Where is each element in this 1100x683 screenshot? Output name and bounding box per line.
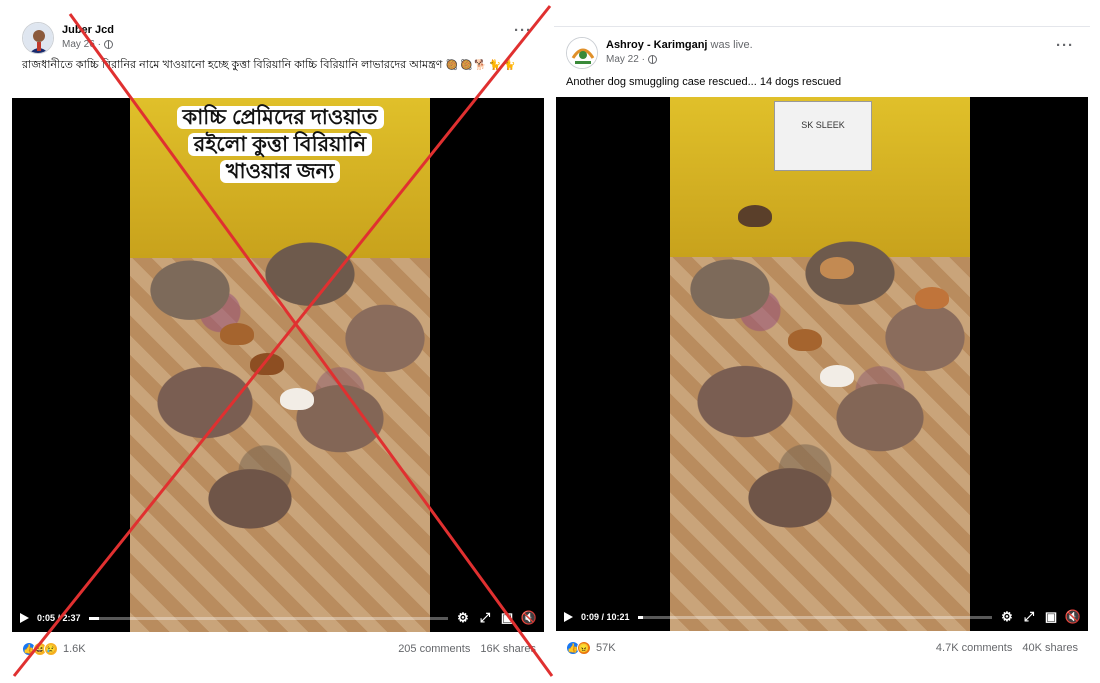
shares-count[interactable]: 16K shares <box>480 643 536 655</box>
progress-bar[interactable] <box>637 615 992 619</box>
author-avatar[interactable] <box>566 37 598 69</box>
overlay-line: কাচ্চি প্রেমিদের দাওয়াত <box>176 106 384 129</box>
video-player[interactable]: SK SLEEK 0:09 / 10:21 ⚙ ⤢ ▣ 🔇 <box>556 97 1088 631</box>
video-controls: 0:05 / 2:37 ⚙ ⤢ ▣ 🔇 <box>12 604 544 632</box>
post-header: Ashroy - Karimganj was live. May 22 · ··… <box>554 27 1090 73</box>
volume-muted-icon[interactable]: 🔇 <box>1065 609 1081 624</box>
store-sign: SK SLEEK <box>774 101 872 171</box>
video-time: 0:09 / 10:21 <box>581 612 630 622</box>
sacks-image <box>130 226 430 547</box>
author-name-text[interactable]: Ashroy - Karimganj <box>606 39 707 51</box>
more-options-button[interactable]: ··· <box>514 22 532 39</box>
expand-icon[interactable]: ⤢ <box>1022 609 1036 624</box>
volume-muted-icon[interactable]: 🔇 <box>521 610 537 625</box>
video-controls: 0:09 / 10:21 ⚙ ⤢ ▣ 🔇 <box>556 603 1088 631</box>
post-date[interactable]: May 22 · <box>606 54 657 65</box>
reactions-summary[interactable]: 👍 😠 57K <box>566 641 616 655</box>
dog-image <box>738 205 772 227</box>
video-frame[interactable]: SK SLEEK <box>670 97 970 631</box>
video-overlay-text: কাচ্চি প্রেমিদের দাওয়াত রইলো কুত্তা বির… <box>130 104 430 185</box>
video-time: 0:05 / 2:37 <box>37 613 81 623</box>
dog-image <box>280 388 314 410</box>
gear-icon[interactable]: ⚙ <box>456 610 470 625</box>
post-date-text: May 22 · <box>606 54 645 65</box>
play-icon[interactable] <box>20 613 29 623</box>
post-date[interactable]: May 26 · <box>62 39 113 50</box>
dog-image <box>220 323 254 345</box>
overlay-line: রইলো কুত্তা বিরিয়ানি <box>187 133 373 156</box>
progress-fill <box>637 615 643 619</box>
facebook-post-right: Ashroy - Karimganj was live. May 22 · ··… <box>554 26 1090 668</box>
dog-image <box>820 257 854 279</box>
reaction-count: 1.6K <box>63 643 86 655</box>
live-suffix: was live. <box>707 39 753 51</box>
post-footer: 👍 😆 😢 1.6K 205 comments 16K shares <box>10 632 548 666</box>
sad-reaction-icon: 😢 <box>44 642 58 656</box>
reactions-summary[interactable]: 👍 😆 😢 1.6K <box>22 642 86 656</box>
comments-count[interactable]: 205 comments <box>398 643 470 655</box>
overlay-line: খাওয়ার জন্য <box>219 160 341 183</box>
dog-image <box>820 365 854 387</box>
expand-icon[interactable]: ⤢ <box>478 610 492 625</box>
author-name[interactable]: Ashroy - Karimganj was live. <box>606 39 753 51</box>
author-avatar[interactable] <box>22 22 54 54</box>
globe-icon <box>647 55 657 64</box>
caption-text: রাজধানীতে কাচ্চি বিরানির নামে খাওয়ানো হ… <box>22 59 443 71</box>
shares-count[interactable]: 40K shares <box>1022 642 1078 654</box>
more-options-button[interactable]: ··· <box>1056 37 1074 54</box>
video-player[interactable]: কাচ্চি প্রেমিদের দাওয়াত রইলো কুত্তা বির… <box>12 98 544 632</box>
angry-reaction-icon: 😠 <box>577 641 591 655</box>
dog-image <box>788 329 822 351</box>
globe-icon <box>103 40 113 49</box>
post-date-text: May 26 · <box>62 39 101 50</box>
comments-count[interactable]: 4.7K comments <box>936 642 1012 654</box>
caption-emojis: 🥘🥘🐕🐈🐈 <box>445 60 518 71</box>
progress-bar[interactable] <box>88 616 448 620</box>
gear-icon[interactable]: ⚙ <box>1000 609 1014 624</box>
play-icon[interactable] <box>564 612 573 622</box>
facebook-post-left: Juber Jcd May 26 · ··· রাজধানীতে কাচ্চি … <box>10 12 548 680</box>
post-caption: রাজধানীতে কাচ্চি বিরানির নামে খাওয়ানো হ… <box>10 58 548 98</box>
video-frame[interactable]: কাচ্চি প্রেমিদের দাওয়াত রইলো কুত্তা বির… <box>130 98 430 632</box>
author-name[interactable]: Juber Jcd <box>62 24 114 36</box>
post-footer: 👍 😠 57K 4.7K comments 40K shares <box>554 631 1090 665</box>
picture-in-picture-icon[interactable]: ▣ <box>500 610 514 625</box>
post-caption: Another dog smuggling case rescued... 14… <box>566 76 842 88</box>
dog-image <box>915 287 949 309</box>
post-header: Juber Jcd May 26 · ··· <box>10 12 548 58</box>
progress-fill <box>88 616 100 620</box>
picture-in-picture-icon[interactable]: ▣ <box>1044 609 1058 624</box>
dog-image <box>250 353 284 375</box>
reaction-count: 57K <box>596 642 616 654</box>
